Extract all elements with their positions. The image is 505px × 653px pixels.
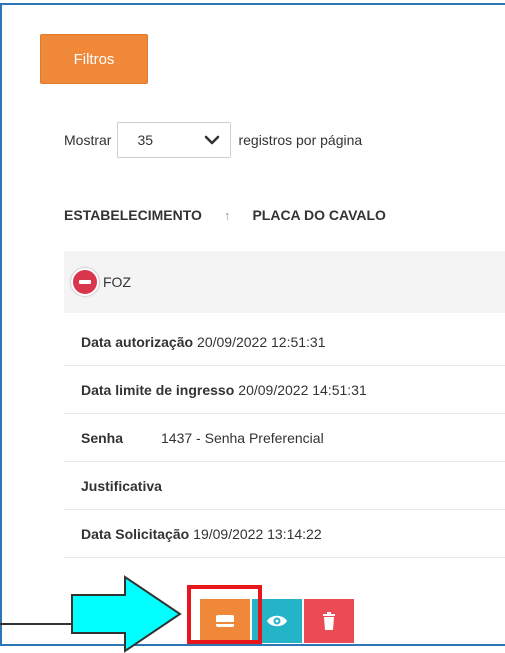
chevron-down-icon (205, 135, 220, 145)
page-length-value: 35 (137, 132, 154, 148)
detail-value: 1437 - Senha Preferencial (161, 429, 324, 446)
detail-value: 20/09/2022 12:51:31 (197, 333, 326, 350)
detail-row-authorization: Data autorização 20/09/2022 12:51:31 (64, 318, 505, 366)
sort-asc-icon[interactable]: ↑ (224, 208, 231, 223)
page-length-prefix: Mostrar (64, 132, 112, 148)
table-group-row: FOZ (64, 251, 505, 313)
column-header-establishment[interactable]: ESTABELECIMENTO (64, 207, 202, 223)
pointer-arrow-icon (71, 575, 182, 653)
page-length-control: Mostrar 35 registros por página (64, 122, 362, 158)
page-length-suffix: registros por página (238, 132, 363, 148)
detail-label: Data Solicitação (81, 525, 190, 542)
column-header-plate[interactable]: PLACA DO CAVALO (252, 207, 386, 223)
page-length-select[interactable]: 35 (117, 122, 232, 158)
table-header: ESTABELECIMENTO ↑ PLACA DO CAVALO (64, 194, 505, 236)
detail-label: Data autorização (81, 333, 194, 350)
highlight-box (187, 585, 262, 644)
detail-row-password: Senha 1437 - Senha Preferencial (64, 414, 505, 462)
detail-label: Justificativa (81, 477, 162, 494)
detail-value: 20/09/2022 14:51:31 (238, 381, 367, 398)
collapse-icon[interactable] (71, 268, 99, 296)
detail-row-request-date: Data Solicitação 19/09/2022 13:14:22 (64, 510, 505, 558)
detail-value: 19/09/2022 13:14:22 (193, 525, 322, 542)
panel-frame: Filtros Mostrar 35 registros por página … (0, 3, 505, 646)
eye-icon (267, 615, 287, 627)
group-label: FOZ (103, 274, 131, 290)
detail-row-entry-limit: Data limite de ingresso 20/09/2022 14:51… (64, 366, 505, 414)
delete-button[interactable] (304, 599, 354, 643)
detail-label: Senha (81, 429, 124, 446)
detail-row-justification: Justificativa (64, 462, 505, 510)
detail-label: Data limite de ingresso (81, 381, 235, 398)
filters-button[interactable]: Filtros (40, 34, 148, 84)
trash-icon (323, 612, 335, 630)
